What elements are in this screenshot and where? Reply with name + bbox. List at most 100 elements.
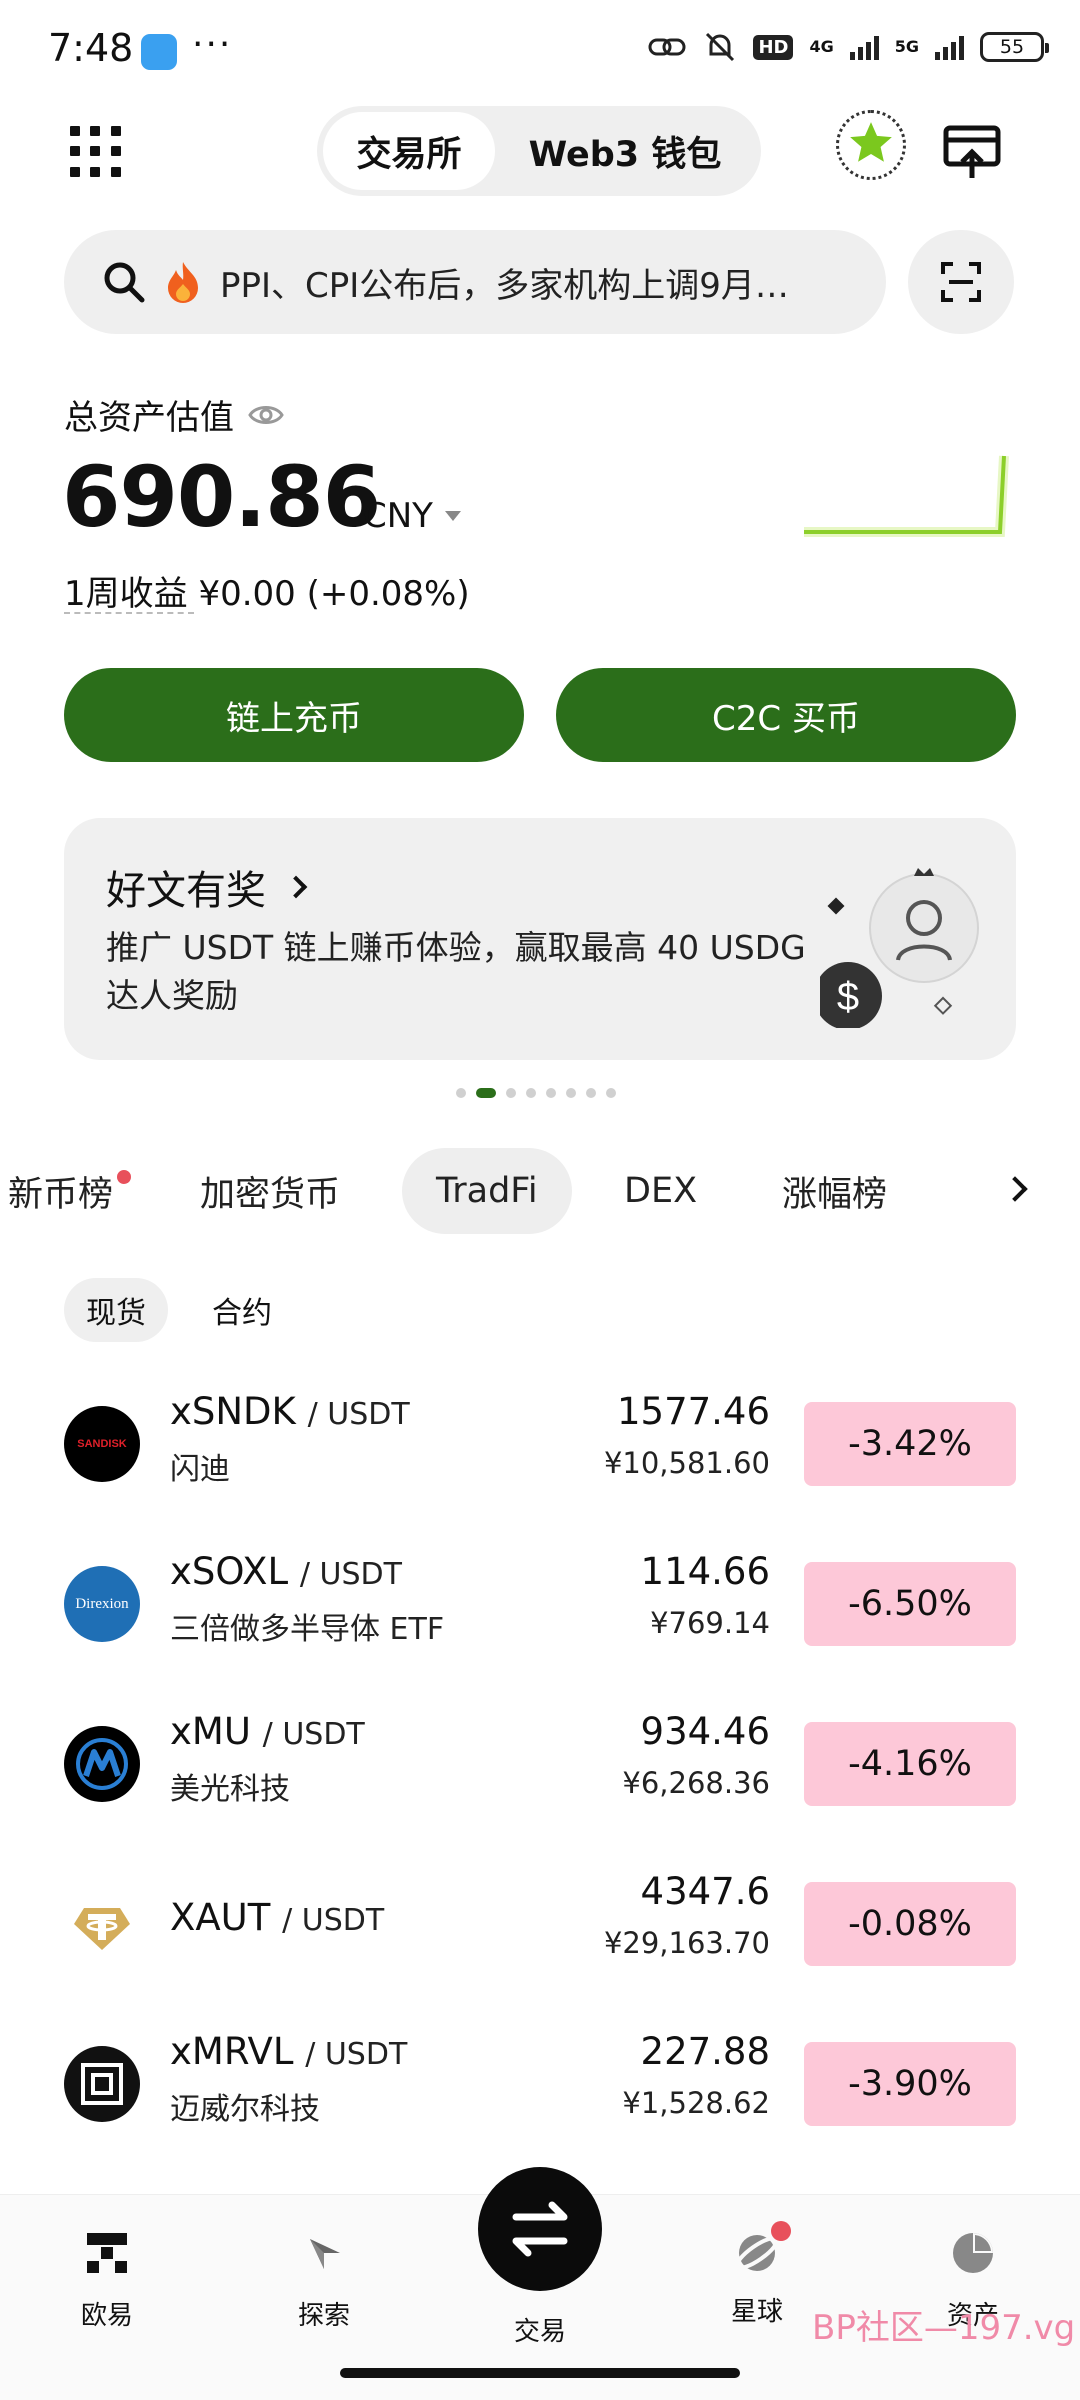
fire-icon	[168, 262, 198, 303]
trade-fab-button[interactable]	[478, 2167, 602, 2291]
asset-name: 三倍做多半导体 ETF	[170, 1612, 445, 1647]
nav-explore-label: 探索	[297, 2301, 350, 2331]
nav-planet-label: 星球	[730, 2297, 783, 2327]
swap-arrows-icon	[512, 2201, 568, 2257]
promo-card[interactable]: 好文有奖 推广 USDT 链上赚币体验，赢取最高 40 USDG 达人奖励 $	[64, 818, 1016, 1060]
promo-pager	[456, 1088, 616, 1098]
market-row[interactable]: XAUT / USDT 4347.6 ¥29,163.70 -0.08%	[0, 1846, 1080, 2006]
tab-new-listings[interactable]: 新币榜	[8, 1148, 132, 1234]
home-indicator[interactable]	[340, 2368, 740, 2378]
last-price: 4347.6	[640, 1870, 770, 1913]
pager-dot	[586, 1088, 596, 1098]
total-assets-value: 690.86	[62, 448, 381, 546]
market-row[interactable]: SANDISK xSNDK / USDT 闪迪 1577.46 ¥10,581.…	[0, 1366, 1080, 1526]
tab-tradfi[interactable]: TradFi	[402, 1148, 572, 1234]
cny-price: ¥1,528.62	[622, 2086, 770, 2120]
new-dot-badge	[117, 1170, 132, 1184]
network-5g: 5G	[894, 37, 919, 56]
tab-gainers[interactable]: 涨幅榜	[782, 1148, 887, 1234]
pair-label: xSOXL / USDT	[170, 1550, 402, 1593]
promo-title-text: 好文有奖	[106, 868, 266, 914]
inbox-download-icon[interactable]	[942, 124, 1002, 180]
signal-icon	[849, 34, 879, 60]
pie-chart-icon	[953, 2233, 993, 2273]
onchain-deposit-button[interactable]: 链上充币	[64, 668, 524, 762]
compass-icon	[310, 2239, 340, 2269]
promo-illustration-icon: $	[820, 868, 979, 1028]
market-row[interactable]: xMRVL / USDT 迈威尔科技 227.88 ¥1,528.62 -3.9…	[0, 2006, 1080, 2166]
nav-home[interactable]: 欧易	[37, 2229, 177, 2332]
status-time: 7:48	[48, 26, 134, 70]
nav-home-label: 欧易	[80, 2301, 133, 2331]
planet-badge-dot	[771, 2221, 791, 2241]
pager-dot	[526, 1088, 536, 1098]
asset-name: 美光科技	[170, 1772, 290, 1807]
cny-price: ¥10,581.60	[603, 1446, 770, 1480]
total-assets-label: 总资产估值	[64, 390, 284, 439]
market-row[interactable]: Direxion xSOXL / USDT 三倍做多半导体 ETF 114.66…	[0, 1526, 1080, 1686]
change-badge[interactable]: -0.08%	[804, 1882, 1016, 1966]
tab-crypto[interactable]: 加密货币	[200, 1148, 340, 1234]
okx-logo-icon	[87, 2233, 127, 2273]
status-bar: 7:48 ··· HD 4G 5G 55	[0, 0, 1080, 104]
signal-icon-2	[935, 34, 964, 60]
subtab-spot[interactable]: 现货	[64, 1278, 168, 1342]
app-notification-icon	[141, 34, 177, 70]
c2c-buy-button[interactable]: C2C 买币	[556, 668, 1016, 762]
menu-grid-icon[interactable]	[70, 126, 122, 178]
subtab-futures[interactable]: 合约	[212, 1278, 272, 1342]
assets-sparkline	[804, 455, 1009, 537]
last-price: 934.46	[640, 1710, 770, 1753]
planet-icon-wrap	[733, 2221, 791, 2277]
currency-selector[interactable]: CNY	[363, 496, 461, 536]
watermark-text: BP社区—197.vg	[812, 2308, 1076, 2348]
cny-price: ¥769.14	[650, 1606, 770, 1640]
nav-explore[interactable]: 探索	[254, 2229, 394, 2332]
link-icon	[648, 38, 686, 56]
tether-gold-logo-icon	[64, 1886, 140, 1962]
marvell-logo-icon	[64, 2046, 140, 2122]
tab-label: 新币榜	[8, 1174, 114, 1215]
pager-dot	[606, 1088, 616, 1098]
hd-badge: HD	[753, 34, 794, 60]
pair-label: xMRVL / USDT	[170, 2030, 408, 2073]
pair-label: xSNDK / USDT	[170, 1390, 410, 1433]
star-icon	[850, 122, 892, 162]
status-icons: HD 4G 5G 55	[647, 30, 1049, 64]
nav-planet[interactable]: 星球	[687, 2221, 827, 2328]
caret-down-icon	[444, 511, 461, 521]
change-badge[interactable]: -3.90%	[804, 2042, 1016, 2126]
search-bar[interactable]: PPI、CPI公布后，多家机构上调9月…	[64, 230, 886, 334]
scan-icon	[941, 262, 981, 302]
micron-logo-icon	[64, 1726, 140, 1802]
direxion-logo-icon: Direxion	[64, 1566, 140, 1642]
svg-text:$: $	[837, 975, 859, 1019]
pair-label: XAUT / USDT	[170, 1896, 385, 1939]
promo-title: 好文有奖	[106, 858, 308, 916]
search-icon	[104, 262, 145, 303]
more-notifications-icon: ···	[192, 24, 233, 65]
tab-web3-wallet[interactable]: Web3 钱包	[495, 112, 755, 190]
tab-exchange[interactable]: 交易所	[323, 112, 495, 190]
market-row[interactable]: xMU / USDT 美光科技 934.46 ¥6,268.36 -4.16%	[0, 1686, 1080, 1846]
tab-dex[interactable]: DEX	[624, 1148, 697, 1234]
currency-label: CNY	[363, 496, 433, 536]
scan-button[interactable]	[908, 230, 1014, 334]
weekly-pnl[interactable]: 1周收益 ¥0.00 (+0.08%)	[64, 566, 470, 615]
favorites-star-button[interactable]	[830, 104, 912, 186]
asset-name: 迈威尔科技	[170, 2092, 320, 2127]
change-badge[interactable]: -6.50%	[804, 1562, 1016, 1646]
pager-dot	[456, 1088, 466, 1098]
mute-bell-icon	[706, 32, 735, 62]
mode-switch: 交易所 Web3 钱包	[317, 106, 761, 196]
asset-name: 闪迪	[170, 1452, 230, 1487]
more-tabs-chevron-icon[interactable]	[1002, 1176, 1028, 1202]
total-assets-text: 总资产估值	[64, 398, 234, 438]
change-badge[interactable]: -3.42%	[804, 1402, 1016, 1486]
battery-icon: 55	[980, 32, 1049, 62]
change-badge[interactable]: -4.16%	[804, 1722, 1016, 1806]
last-price: 227.88	[640, 2030, 770, 2073]
network-4g: 4G	[809, 37, 834, 56]
weekly-underline	[64, 612, 194, 614]
eye-icon[interactable]	[248, 403, 284, 427]
